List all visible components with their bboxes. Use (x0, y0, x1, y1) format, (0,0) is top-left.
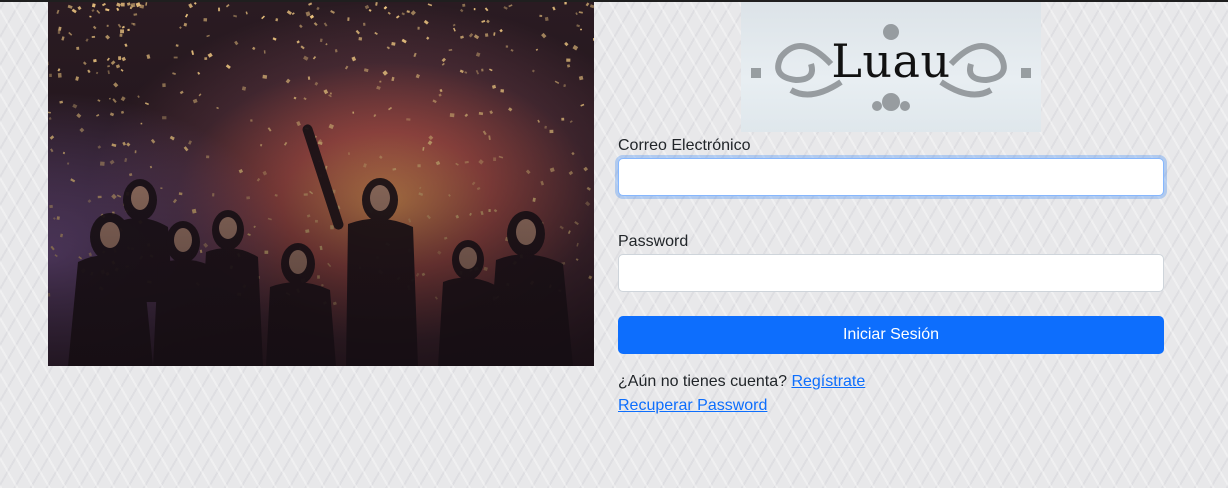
auth-links: ¿Aún no tienes cuenta? Regístrate Recupe… (618, 370, 1164, 418)
register-link[interactable]: Regístrate (791, 373, 865, 390)
login-form: Correo Electrónico Password Iniciar Sesi… (618, 132, 1164, 418)
login-button[interactable]: Iniciar Sesión (618, 316, 1164, 354)
password-label: Password (618, 233, 689, 250)
recover-password-link[interactable]: Recuperar Password (618, 397, 767, 414)
email-label: Correo Electrónico (618, 137, 751, 154)
brand-logo: Luau (741, 2, 1041, 132)
register-prompt: ¿Aún no tienes cuenta? (618, 373, 792, 390)
logo-text: Luau (831, 34, 951, 88)
recover-row: Recuperar Password (618, 394, 1164, 418)
password-input[interactable] (618, 254, 1164, 292)
register-row: ¿Aún no tienes cuenta? Regístrate (618, 370, 1164, 394)
hero-image (48, 2, 594, 366)
email-input[interactable] (618, 158, 1164, 196)
